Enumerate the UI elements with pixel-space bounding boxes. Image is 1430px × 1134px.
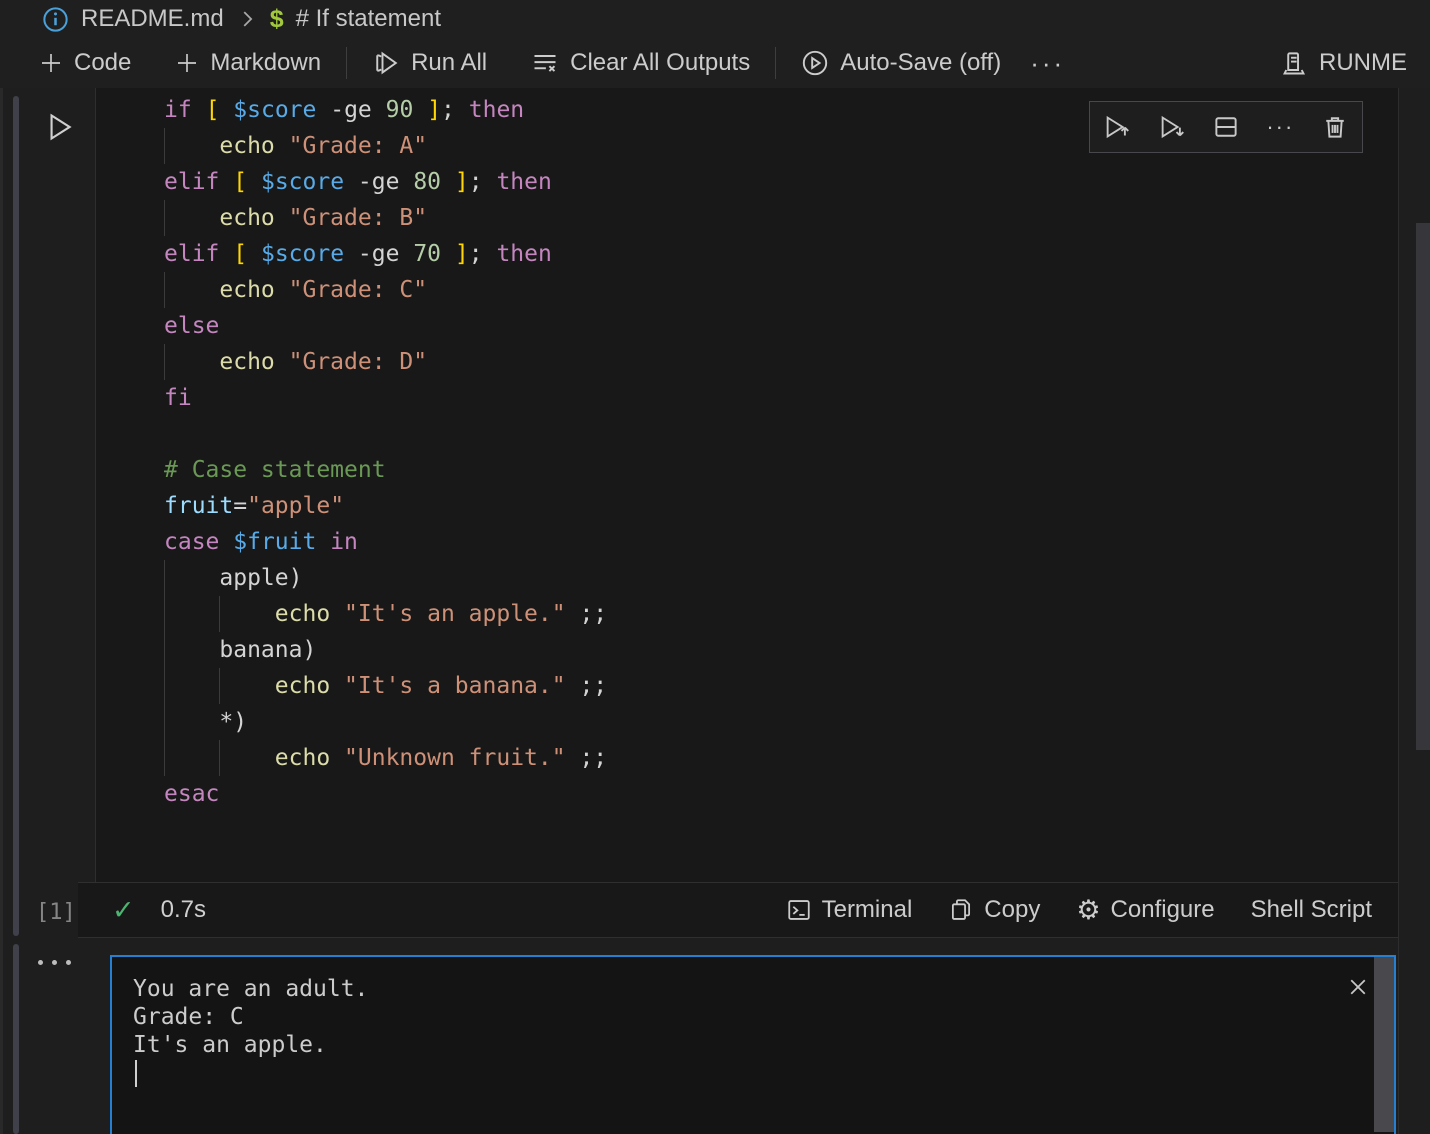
- cell-output-terminal[interactable]: You are an adult.Grade: CIt's an apple.: [110, 955, 1396, 1134]
- run-all-label: Run All: [411, 49, 487, 77]
- clear-all-outputs-button[interactable]: Clear All Outputs: [516, 43, 765, 83]
- configure-label: Configure: [1111, 896, 1215, 924]
- breadcrumb: README.md $ # If statement: [42, 0, 441, 38]
- toolbar-divider: [346, 47, 347, 79]
- notebook-scrollbar-thumb[interactable]: [1416, 223, 1430, 750]
- terminal-line: It's an apple.: [133, 1031, 368, 1059]
- code-line: apple): [96, 560, 1399, 596]
- configure-button[interactable]: ⚙ Configure: [1076, 896, 1214, 924]
- cell-more-actions-button[interactable]: ···: [1260, 107, 1300, 147]
- plus-icon: [175, 51, 199, 75]
- code-line: echo "It's an apple." ;;: [96, 596, 1399, 632]
- play-circle-icon: [801, 49, 829, 77]
- breadcrumb-cell-title[interactable]: # If statement: [296, 5, 441, 33]
- runme-button[interactable]: RUNME: [1265, 43, 1422, 83]
- top-bar: README.md $ # If statement Code Markdown: [0, 0, 1430, 88]
- add-code-cell-button[interactable]: Code: [24, 43, 146, 83]
- indent-guide: [164, 344, 165, 380]
- runme-label: RUNME: [1319, 49, 1407, 77]
- terminal-label: Terminal: [822, 896, 913, 924]
- code-line: case $fruit in: [96, 524, 1399, 560]
- code-line: [96, 416, 1399, 452]
- plus-icon: [39, 51, 63, 75]
- code-line: *): [96, 704, 1399, 740]
- clear-all-outputs-icon: [531, 49, 559, 77]
- split-cell-button[interactable]: [1206, 107, 1246, 147]
- code-line: esac: [96, 776, 1399, 812]
- execution-count-label: [1]: [36, 900, 76, 925]
- delete-cell-button[interactable]: [1315, 107, 1355, 147]
- cell-status-bar: ✓ 0.7s Terminal: [78, 882, 1398, 938]
- terminal-icon: [786, 897, 812, 923]
- execution-duration: 0.7s: [161, 896, 206, 924]
- code-line: echo "It's a banana." ;;: [96, 668, 1399, 704]
- code-line: elif [ $score -ge 70 ]; then: [96, 236, 1399, 272]
- indent-guide: [219, 668, 220, 704]
- indent-guide: [164, 272, 165, 308]
- code-line: banana): [96, 632, 1399, 668]
- cell-focus-indicator[interactable]: [13, 96, 19, 936]
- code-line: else: [96, 308, 1399, 344]
- add-markdown-label: Markdown: [210, 49, 321, 77]
- output-collapse-button[interactable]: [38, 960, 71, 965]
- close-output-button[interactable]: [1346, 975, 1370, 999]
- toolbar-more-button[interactable]: ···: [1016, 48, 1079, 79]
- code-line: fi: [96, 380, 1399, 416]
- execute-below-button[interactable]: [1152, 107, 1192, 147]
- runme-logo-icon: [1280, 49, 1308, 77]
- code-line: elif [ $score -ge 80 ]; then: [96, 164, 1399, 200]
- auto-save-button[interactable]: Auto-Save (off): [786, 43, 1016, 83]
- clear-all-outputs-label: Clear All Outputs: [570, 49, 750, 77]
- copy-label: Copy: [984, 896, 1040, 924]
- code-line: fruit="apple": [96, 488, 1399, 524]
- shell-cell-symbol: $: [270, 5, 284, 34]
- add-code-label: Code: [74, 49, 131, 77]
- execute-above-button[interactable]: [1097, 107, 1137, 147]
- run-all-icon: [372, 49, 400, 77]
- cell-code-editor[interactable]: if [ $score -ge 90 ]; then echo "Grade: …: [95, 88, 1399, 882]
- indent-guide: [164, 560, 165, 776]
- success-check-icon: ✓: [112, 895, 135, 926]
- notebook-toolbar: Code Markdown Run All: [24, 38, 1430, 88]
- auto-save-label: Auto-Save (off): [840, 49, 1001, 77]
- info-icon[interactable]: [42, 6, 69, 33]
- add-markdown-cell-button[interactable]: Markdown: [160, 43, 336, 83]
- copy-icon: [948, 897, 974, 923]
- terminal-line: Grade: C: [133, 1003, 368, 1031]
- indent-guide: [164, 128, 165, 164]
- terminal-line: You are an adult.: [133, 975, 368, 1003]
- terminal-cursor: [135, 1060, 137, 1087]
- notebook-left-edge: [0, 88, 3, 1134]
- output-scrollbar[interactable]: [1374, 957, 1394, 1132]
- gear-icon: ⚙: [1076, 897, 1100, 924]
- indent-guide: [219, 740, 220, 776]
- chevron-right-icon: [236, 8, 258, 30]
- language-label: Shell Script: [1251, 896, 1372, 924]
- copy-button[interactable]: Copy: [948, 896, 1040, 924]
- terminal-button[interactable]: Terminal: [786, 896, 913, 924]
- cell-action-toolbar: ···: [1089, 101, 1363, 153]
- indent-guide: [219, 596, 220, 632]
- code-line: echo "Grade: C": [96, 272, 1399, 308]
- notebook-scrollbar-track: [1398, 88, 1399, 1134]
- notebook-area: if [ $score -ge 90 ]; then echo "Grade: …: [0, 88, 1430, 1134]
- code-line: echo "Unknown fruit." ;;: [96, 740, 1399, 776]
- indent-guide: [164, 200, 165, 236]
- output-focus-indicator[interactable]: [13, 944, 19, 1134]
- terminal-output-text: You are an adult.Grade: CIt's an apple.: [133, 975, 368, 1059]
- code-line: # Case statement: [96, 452, 1399, 488]
- code-line: echo "Grade: B": [96, 200, 1399, 236]
- run-cell-button[interactable]: [40, 108, 78, 146]
- toolbar-divider: [775, 47, 776, 79]
- breadcrumb-file[interactable]: README.md: [81, 5, 224, 33]
- code-content: if [ $score -ge 90 ]; then echo "Grade: …: [96, 92, 1399, 812]
- code-line: echo "Grade: D": [96, 344, 1399, 380]
- language-picker[interactable]: Shell Script: [1251, 896, 1372, 924]
- run-all-button[interactable]: Run All: [357, 43, 502, 83]
